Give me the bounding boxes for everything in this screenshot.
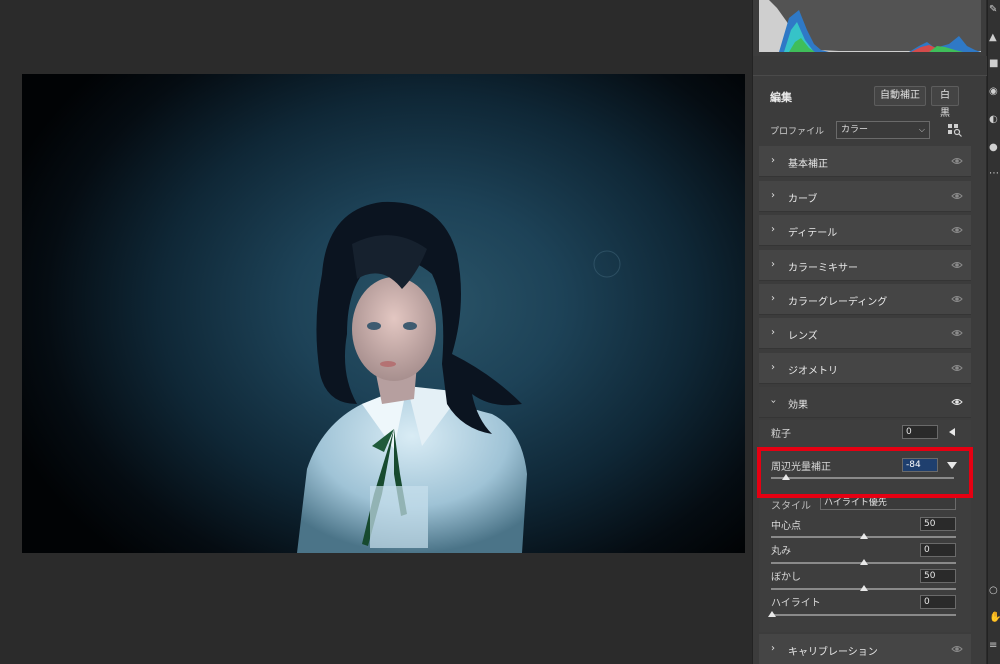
edit-panel: 編集 自動補正 白黒 プロファイル カラー ⌵ › 基本補正 › カーブ › デ…	[752, 0, 987, 664]
section-label: 基本補正	[788, 159, 828, 170]
roundness-slider-thumb[interactable]	[860, 559, 868, 565]
eye-icon[interactable]	[951, 225, 963, 235]
brush-icon[interactable]: ◐	[989, 114, 1000, 125]
edit-header: 編集 自動補正 白黒	[759, 80, 981, 119]
menu-icon[interactable]: ≡	[989, 640, 1000, 651]
eye-icon[interactable]	[951, 363, 963, 373]
section-geometry[interactable]: › ジオメトリ	[759, 353, 971, 384]
highlights-slider-thumb[interactable]	[768, 611, 776, 617]
section-label: ディテール	[788, 228, 838, 239]
eye-icon[interactable]	[951, 156, 963, 166]
feather-label: ぼかし	[771, 572, 801, 583]
section-label: カーブ	[788, 194, 818, 205]
highlights-input[interactable]: 0	[920, 595, 956, 609]
chevron-right-icon: ›	[771, 327, 775, 338]
midpoint-label: 中心点	[771, 521, 801, 532]
panel-toolbar-gap	[753, 56, 987, 76]
camera-raw-window: 編集 自動補正 白黒 プロファイル カラー ⌵ › 基本補正 › カーブ › デ…	[0, 0, 1000, 664]
chevron-right-icon: ›	[771, 190, 775, 201]
section-color-mixer[interactable]: › カラーミキサー	[759, 250, 971, 281]
profile-value: カラー	[841, 125, 869, 135]
section-label: 効果	[788, 400, 808, 411]
tool-strip: ✎ ▲ ■ ◉ ◐ ● ⋯ ○ ✋ ≡	[987, 0, 1000, 664]
chevron-right-icon: ›	[771, 224, 775, 235]
histogram	[759, 0, 981, 52]
zoom-icon[interactable]: ○	[989, 585, 1000, 596]
feather-input[interactable]: 50	[920, 569, 956, 583]
section-label: カラーミキサー	[788, 263, 858, 274]
section-label: ジオメトリ	[788, 366, 838, 377]
more-icon[interactable]: ⋯	[989, 168, 1000, 179]
canvas-area	[0, 0, 752, 664]
chevron-right-icon: ›	[771, 259, 775, 270]
roundness-input[interactable]: 0	[920, 543, 956, 557]
auto-button[interactable]: 自動補正	[874, 86, 926, 106]
section-label: レンズ	[788, 331, 818, 342]
pan-icon[interactable]: ✋	[989, 612, 1000, 623]
chevron-down-icon: ⌵	[918, 125, 925, 134]
chevron-right-icon: ›	[771, 155, 775, 166]
profile-select[interactable]: カラー ⌵	[836, 121, 930, 139]
section-calibration[interactable]: › キャリブレーション	[759, 634, 971, 664]
hand-icon[interactable]: ✎	[989, 4, 1000, 15]
highlights-slider[interactable]	[771, 614, 956, 616]
profile-row: プロファイル カラー ⌵	[759, 116, 981, 144]
feather-slider-thumb[interactable]	[860, 585, 868, 591]
black-white-button[interactable]: 白黒	[931, 86, 959, 119]
style-value: ハイライト優先	[824, 498, 887, 508]
profile-browser-icon[interactable]	[947, 123, 963, 137]
section-basic[interactable]: › 基本補正	[759, 146, 971, 177]
section-effects[interactable]: › 効果	[759, 387, 971, 418]
grain-label: 粒子	[771, 429, 791, 440]
crop-icon[interactable]: ▲	[989, 32, 1000, 43]
portrait-photo	[297, 201, 621, 553]
section-label: キャリブレーション	[788, 647, 878, 658]
square-icon[interactable]: ■	[989, 58, 1000, 69]
eye-icon[interactable]	[951, 397, 963, 407]
grain-expand-icon[interactable]	[949, 428, 955, 436]
eye-icon[interactable]	[951, 644, 963, 654]
drop-icon[interactable]: ●	[989, 142, 1000, 153]
eye-icon[interactable]	[951, 294, 963, 304]
section-label: カラーグレーディング	[788, 297, 888, 308]
chevron-right-icon: ›	[771, 643, 775, 654]
section-curve[interactable]: › カーブ	[759, 181, 971, 212]
roundness-label: 丸み	[771, 546, 791, 557]
style-label: スタイル	[771, 501, 811, 512]
section-lens[interactable]: › レンズ	[759, 318, 971, 349]
midpoint-input[interactable]: 50	[920, 517, 956, 531]
profile-label: プロファイル	[770, 127, 825, 137]
grain-input[interactable]: 0	[902, 425, 938, 439]
photo-preview[interactable]	[22, 74, 745, 553]
eye-icon[interactable]	[951, 191, 963, 201]
midpoint-slider-thumb[interactable]	[860, 533, 868, 539]
style-select[interactable]: ハイライト優先	[820, 496, 956, 510]
edit-title: 編集	[770, 91, 792, 104]
highlights-label: ハイライト	[771, 598, 821, 609]
section-color-grading[interactable]: › カラーグレーディング	[759, 284, 971, 315]
chevron-right-icon: ›	[771, 362, 775, 373]
vignette-highlight-box	[757, 447, 973, 498]
chevron-down-icon: ›	[767, 399, 779, 404]
eye-icon[interactable]	[951, 328, 963, 338]
section-detail[interactable]: › ディテール	[759, 215, 971, 246]
circle-icon[interactable]: ◉	[989, 86, 1000, 97]
eye-icon[interactable]	[951, 260, 963, 270]
chevron-right-icon: ›	[771, 293, 775, 304]
